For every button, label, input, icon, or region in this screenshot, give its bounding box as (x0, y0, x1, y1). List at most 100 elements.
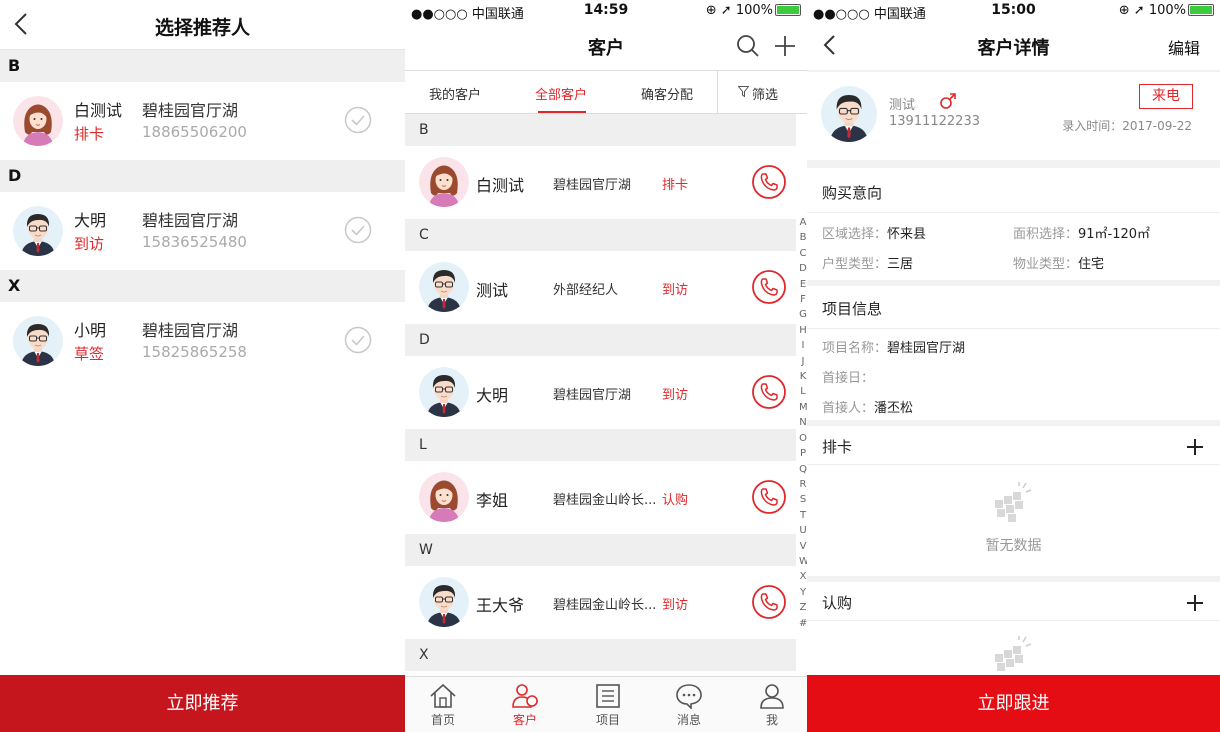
alphabet-index-letter[interactable]: S (799, 492, 807, 507)
phone-call-icon[interactable] (751, 479, 787, 515)
tab-all-customers[interactable]: 全部客户 (535, 84, 587, 103)
male-avatar-icon (13, 316, 63, 366)
add-icon[interactable] (1186, 594, 1204, 612)
alphabet-index-letter[interactable]: # (799, 616, 807, 631)
alphabet-index-letter[interactable]: K (799, 369, 807, 384)
tab-customer-assignment[interactable]: 确客分配 (641, 84, 693, 103)
battery-percent: 100% (735, 3, 773, 18)
male-avatar-icon (13, 206, 63, 256)
area-field: 面积选择：91㎡-120㎡ (1013, 223, 1150, 242)
alphabet-index-letter[interactable]: H (799, 323, 807, 338)
alphabet-index-letter[interactable]: T (799, 508, 807, 523)
male-avatar-icon (821, 86, 877, 142)
page-title: 选择推荐人 (154, 17, 250, 39)
alphabet-index-letter[interactable]: P (799, 446, 807, 461)
filter-button[interactable]: 筛选 (717, 71, 807, 113)
referrer-name: 大明 (74, 211, 107, 230)
alphabet-index-letter[interactable]: N (799, 415, 807, 430)
list-item[interactable]: 白测试 排卡 碧桂园官厅湖 18865506200 (0, 82, 405, 160)
alphabet-index-letter[interactable]: L (799, 384, 807, 399)
tabbar-me[interactable]: 我 (742, 683, 802, 728)
customer-list: B 白测试 碧桂园官厅湖 排卡 C 测试 外部经纪人 到访 D 大明 碧桂园官厅湖 到访 L 李姐 碧桂园金… (405, 114, 807, 671)
alphabet-index[interactable]: A B C D E F G H I J K L M N O P Q R S T U V W X Y Z # (799, 215, 807, 631)
phone-call-icon[interactable] (751, 164, 787, 200)
add-icon[interactable] (773, 34, 797, 58)
customer-stage: 认购 (662, 493, 689, 508)
checkmark-icon[interactable] (344, 216, 372, 244)
divider (807, 464, 1220, 465)
referrer-list: B 白测试 排卡 碧桂园官厅湖 18865506200 D 大明 到访 碧桂园官厅湖 158365… (0, 50, 405, 380)
field-value: 怀来县 (887, 227, 927, 242)
alphabet-index-letter[interactable]: A (799, 215, 807, 230)
customers-screen: ●●○○○ 中国联通 14:59 ⊕ ➚ 100% 客户 我的客户 全部客户 确… (405, 0, 807, 732)
tabbar-me-label: 我 (765, 713, 778, 727)
add-icon[interactable] (1186, 438, 1204, 456)
referrer-stage: 排卡 (74, 125, 105, 143)
tabbar-home[interactable]: 首页 (413, 683, 473, 728)
search-icon[interactable] (736, 34, 760, 58)
field-label: 首接人： (822, 401, 875, 416)
section-letter: B (405, 114, 796, 146)
phone-call-icon[interactable] (751, 269, 787, 305)
alphabet-index-letter[interactable]: M (799, 400, 807, 415)
field-label: 户型类型： (822, 257, 888, 272)
edit-button[interactable]: 编辑 (1168, 35, 1200, 59)
alphabet-index-letter[interactable]: G (799, 307, 807, 322)
section-letter: D (0, 160, 405, 192)
battery-icon (1188, 4, 1214, 16)
customer-project: 碧桂园官厅湖 (553, 388, 632, 403)
alphabet-index-letter[interactable]: D (799, 261, 807, 276)
page-title: 客户详情 (977, 38, 1050, 59)
list-item[interactable]: 小明 草签 碧桂园官厅湖 15825865258 (0, 302, 405, 380)
customer-name: 白测试 (476, 176, 525, 195)
customer-row[interactable]: 李姐 碧桂园金山岭长... 认购 (405, 461, 796, 534)
tabbar-projects[interactable]: 项目 (578, 683, 638, 728)
alphabet-index-letter[interactable]: U (799, 523, 807, 538)
alphabet-index-letter[interactable]: C (799, 246, 807, 261)
battery-status: ⊕ ➚ 100% (1119, 3, 1214, 18)
alphabet-index-letter[interactable]: B (799, 230, 807, 245)
list-item[interactable]: 大明 到访 碧桂园官厅湖 15836525480 (0, 192, 405, 270)
checkmark-icon[interactable] (344, 106, 372, 134)
avatar (419, 472, 469, 522)
customers-icon (512, 684, 538, 708)
customer-project: 碧桂园金山岭长... (553, 493, 657, 508)
alphabet-index-letter[interactable]: Q (799, 462, 807, 477)
recommend-now-button[interactable]: 立即推荐 (0, 675, 405, 732)
alphabet-index-letter[interactable]: V (799, 539, 807, 554)
referrer-name: 小明 (74, 321, 107, 340)
alphabet-index-letter[interactable]: E (799, 277, 807, 292)
section-title: 排卡 (822, 438, 853, 456)
customer-stage: 到访 (662, 598, 689, 613)
alphabet-index-letter[interactable]: Y (799, 585, 807, 600)
nav-bar: 客户 (405, 22, 807, 70)
alphabet-index-letter[interactable]: R (799, 477, 807, 492)
alphabet-index-letter[interactable]: F (799, 292, 807, 307)
checkmark-icon[interactable] (344, 326, 372, 354)
field-value: 碧桂园官厅湖 (887, 341, 966, 356)
customer-row[interactable]: 王大爷 碧桂园金山岭长... 到访 (405, 566, 796, 639)
tab-my-customers[interactable]: 我的客户 (429, 84, 481, 103)
alphabet-index-letter[interactable]: Z (799, 600, 807, 615)
customer-stage: 排卡 (662, 178, 689, 193)
customer-row[interactable]: 白测试 碧桂园官厅湖 排卡 (405, 146, 796, 219)
follow-up-button[interactable]: 立即跟进 (807, 675, 1220, 732)
phone-call-icon[interactable] (751, 374, 787, 410)
customer-row[interactable]: 大明 碧桂园官厅湖 到访 (405, 356, 796, 429)
customer-row[interactable]: 测试 外部经纪人 到访 (405, 251, 796, 324)
tabbar-messages[interactable]: 消息 (659, 683, 719, 728)
alphabet-index-letter[interactable]: X (799, 569, 807, 584)
female-avatar-icon (419, 157, 469, 207)
alphabet-index-letter[interactable]: I (799, 338, 807, 353)
female-avatar-icon (13, 96, 63, 146)
customer-stage: 到访 (662, 388, 689, 403)
divider (807, 212, 1220, 213)
alphabet-index-letter[interactable]: W (799, 554, 807, 569)
phone-call-icon[interactable] (751, 584, 787, 620)
alphabet-index-letter[interactable]: J (799, 354, 807, 369)
alphabet-index-letter[interactable]: O (799, 431, 807, 446)
field-label: 首接日： (822, 371, 875, 386)
tabbar-customers[interactable]: 客户 (495, 683, 555, 728)
section-letter: L (405, 429, 796, 461)
avatar (419, 577, 469, 627)
